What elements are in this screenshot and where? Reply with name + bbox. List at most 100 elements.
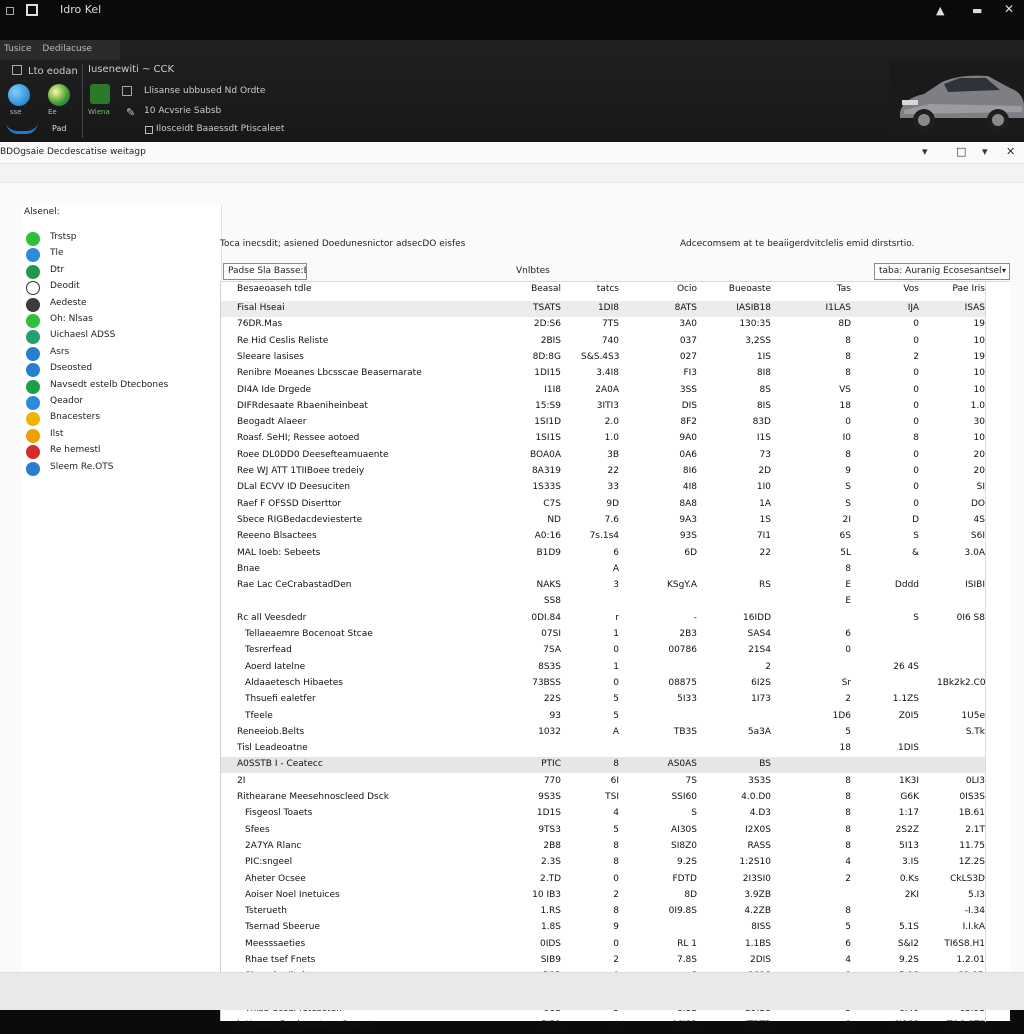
- table-cell: 2I: [237, 775, 246, 786]
- column-header[interactable]: Pae Iris: [937, 284, 985, 294]
- column-header[interactable]: tatcs: [581, 284, 619, 294]
- ribbon-command-1[interactable]: Llisanse ubbused Nd Ordte: [144, 86, 265, 96]
- table-row[interactable]: 76DR.Mas 2D:S6 7TS 3A0 130:35 8D 0 19: [221, 317, 985, 333]
- table-cell: 8: [613, 857, 619, 868]
- window-menu-icon[interactable]: ▾: [922, 145, 928, 158]
- window-dropdown-icon[interactable]: ▾: [982, 145, 988, 158]
- table-cell: IJA: [907, 303, 919, 313]
- table-row[interactable]: A0SSTB I - Ceatecc PTIC 8 AS0AS BS: [221, 757, 985, 774]
- table-row[interactable]: Bnae A 8: [221, 562, 985, 578]
- table-row[interactable]: 2A7YA Rlanc 2B8 8 SI8Z0 RASS 8 5I13 11.75: [221, 839, 985, 855]
- table-cell: 0I6 S8: [956, 612, 985, 623]
- table-row[interactable]: Re Hid Ceslis Reliste 2BIS 740 037 3,2SS 8 0 10: [221, 334, 985, 350]
- column-header[interactable]: Vos: [875, 284, 919, 294]
- filter-input-left[interactable]: Padse Sla Basse:E: [223, 263, 307, 280]
- sidebar-item-icon: [26, 314, 40, 328]
- ribbon-tab-1[interactable]: Tusice: [4, 44, 32, 54]
- table-cell: 21S4: [748, 645, 771, 656]
- column-header[interactable]: Tas: [809, 284, 851, 294]
- app-icon: [26, 4, 38, 16]
- table-row[interactable]: Aoiser Noel Inetuices 10 IB3 2 8D 3.9ZB 2KI 5.…: [221, 888, 985, 904]
- table-row[interactable]: Tsernad Sbeerue 1.8S 9 8ISS 5 5.1S I.I.kA: [221, 920, 985, 936]
- filter-label: Vnlbtes: [516, 266, 550, 276]
- ribbon-tab-2[interactable]: Dedilacuse: [42, 44, 92, 54]
- table-row[interactable]: 2I 770 6I 7S 3S3S 8 1K3I 0LI3: [221, 774, 985, 790]
- table-row[interactable]: Tfeele 93 5 1D6 Z0I5 1U5e: [221, 709, 985, 725]
- table-row[interactable]: Rc all Veesdedr 0DI.84 r - 16IDD S 0I6 S8: [221, 611, 985, 627]
- table-row[interactable]: Thsuefi ealetfer 22S 5 5I33 1I73 2 1.1ZS: [221, 692, 985, 708]
- table-row[interactable]: Sleeare lasises 8D:8G S&S.4S3 027 1IS 8 2 19: [221, 350, 985, 366]
- table-row[interactable]: Tsterueth 1.RS 8 0I9.8S 4.2ZB 8 -I.34: [221, 904, 985, 920]
- globe-icon[interactable]: [48, 84, 70, 106]
- table-cell: FI3: [683, 368, 697, 379]
- system-menu-icon[interactable]: [6, 7, 14, 15]
- table-cell: 1IS: [756, 351, 771, 362]
- table-row[interactable]: Rae Lac CeCrabastadDen NAKS 3 KSgY.A RS E Dddd…: [221, 578, 985, 594]
- table-row[interactable]: Renibre Moeanes Lbcsscae Beasernarate 1DI…: [221, 366, 985, 382]
- table-row[interactable]: Aldaaetesch Hibaetes 73BSS 0 08875 6I2S Sr 1Bk…: [221, 676, 986, 692]
- ribbon-command-3[interactable]: Ilosceidt Baaessdt Ptiscaleet: [156, 124, 284, 134]
- table-cell: E: [845, 596, 851, 607]
- table-row[interactable]: b Uaeser Beobeeatecs Gsanst 5I53 ¢ 06IS3 ITB…: [221, 1018, 985, 1034]
- chevron-down-icon[interactable]: ▾: [1002, 266, 1006, 275]
- table-cell: -I.34: [964, 906, 985, 917]
- table-row[interactable]: Reneeiob.Belts 1032 A TB3S 5a3A 5 S.Tk: [221, 725, 985, 741]
- table-cell: Beogadt Alaeer: [237, 417, 307, 428]
- ribbon-group-1-label: Lto eodan: [28, 66, 78, 77]
- table-row[interactable]: Sfees 9TS3 5 AI30S I2X0S 8 2S2Z 2.1T: [221, 823, 985, 839]
- table-row[interactable]: Roee DL0DD0 Deesefteamuaente BOA0A 3B 0A6 73…: [221, 448, 985, 464]
- table-row[interactable]: Rhae tsef Fnets SIB9 2 7.8S 2DIS 4 9.2S 1.2.01: [221, 953, 985, 969]
- table-cell: 1B.61: [958, 808, 985, 819]
- table-row[interactable]: Tisl Leadeoatne 18 1DIS: [221, 741, 985, 757]
- table-row[interactable]: Reeeno Blsactees A0:16 7s.1s4 93S 7I1 6S S S6I: [221, 529, 985, 545]
- table-row[interactable]: Roasf. SeHI; Ressee aotoed 1SI1S 1.0 9A0 I1S…: [221, 431, 985, 447]
- table-cell: 10: [973, 384, 985, 395]
- chart-icon[interactable]: [90, 84, 110, 104]
- table-row[interactable]: Fisgeosl Toaets 1D1S 4 S 4.D3 8 1:17 1B.61: [221, 806, 985, 822]
- table-cell: C7S: [543, 498, 561, 509]
- checkbox-icon[interactable]: [12, 65, 22, 75]
- notification-icon[interactable]: ▲: [936, 4, 944, 17]
- table-cell: VS: [839, 384, 851, 395]
- pen-icon[interactable]: ✎: [126, 106, 135, 119]
- table-row[interactable]: PIC:sngeel 2.3S 8 9.2S 1:2S10 4 3.IS 1Z.2S: [221, 855, 985, 871]
- table-cell: 3ITI3: [596, 400, 619, 411]
- column-header[interactable]: Bueoaste: [727, 284, 771, 294]
- table-row[interactable]: Sbece RIGBedacdeviesterte ND 7.6 9A3 1S 2I D 4S: [221, 513, 985, 529]
- table-row[interactable]: Aoerd Iatelne 8S3S 1 2 26 4S: [221, 660, 985, 676]
- table-row[interactable]: Meesssaeties 0IDS 0 RL 1 1.1BS 6 S&I2 TI6S8.H1: [221, 937, 985, 953]
- table-row[interactable]: Ree WJ ATT 1TIIBoee tredeiy 8A319 22 8I6 2D 9…: [221, 464, 985, 480]
- table-row[interactable]: DLal ECVV ID Deesuciten 1S33S 33 4I8 1I0 S 0 SI: [221, 480, 985, 496]
- table-row[interactable]: DI4A Ide Drgede I1I8 2A0A 3SS 8S VS 0 10: [221, 383, 985, 399]
- table-row[interactable]: Rithearane Meesehnoscleed Dsck 9S3S TSI SSI…: [221, 790, 985, 806]
- table-cell: Reeeno Blsactees: [237, 531, 317, 542]
- sidebar: Alsenel: Trstsp Tle Dtr Deodit Aedeste Oh: Nl…: [22, 205, 222, 977]
- ribbon-command-2[interactable]: 10 Acvsrie Sabsb: [144, 106, 221, 116]
- table-row[interactable]: Tesrerfead 7SA 0 00786 21S4 0: [221, 643, 985, 659]
- table-cell: 8: [845, 449, 851, 460]
- table-cell: S: [845, 482, 851, 493]
- table-cell: ITBTB: [745, 1020, 771, 1031]
- window-maximize-button[interactable]: □: [956, 145, 966, 158]
- window-close-button[interactable]: ✕: [1006, 145, 1015, 158]
- table-row[interactable]: SS8 E: [221, 594, 985, 610]
- table-row[interactable]: Beogadt Alaeer 1SI1D 2.0 8F2 83D 0 0 30: [221, 415, 985, 431]
- blue-app-icon[interactable]: [8, 84, 30, 106]
- filter-select-right[interactable]: taba: Auranig Ecosesantsel ▾: [874, 263, 1010, 280]
- table-row[interactable]: Tellaeaemre Bocenoat Stcae 07SI 1 2B3 SAS4 6: [221, 627, 985, 643]
- table-row[interactable]: Aheter Ocsee 2.TD 0 FDTD 2I3SI0 2 0.Ks CkLS3D: [221, 872, 985, 888]
- column-header[interactable]: Ocio: [647, 284, 697, 294]
- table-cell: TSATS: [532, 303, 561, 313]
- minimize-app-button[interactable]: ▬: [972, 4, 982, 17]
- window-icon[interactable]: [122, 86, 132, 96]
- column-header[interactable]: Besaeoaseh tdle: [237, 284, 312, 294]
- column-header[interactable]: Beasal: [513, 284, 561, 294]
- table-cell: 22: [759, 547, 771, 558]
- table-cell: 3.4I8: [596, 368, 619, 379]
- table-row[interactable]: Fisal Hseai TSATS 1DI8 8ATS IASIB18 I1LAS IJA I…: [221, 301, 985, 317]
- table-row[interactable]: Raef F OFSSD Diserttor C7S 9D 8A8 1A S 0 DO: [221, 497, 985, 513]
- close-app-button[interactable]: ✕: [1004, 2, 1014, 16]
- table-cell: 1: [613, 661, 619, 672]
- table-row[interactable]: MAL Ioeb: Sebeets B1D9 6 6D 22 5L & 3.0A: [221, 546, 985, 562]
- table-row[interactable]: DIFRdesaate Rbaeniheinbeat 15:S9 3ITI3 DIS 8…: [221, 399, 985, 415]
